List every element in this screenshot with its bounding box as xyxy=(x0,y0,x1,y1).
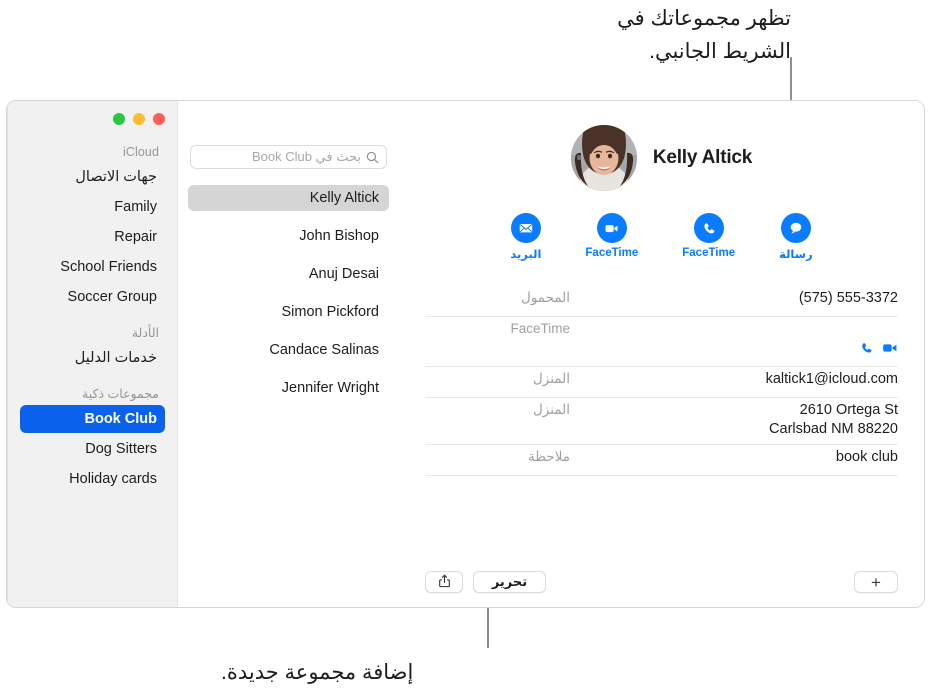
contacts-window: iCloud جهات الاتصال Family Repair School… xyxy=(6,100,925,608)
detail-left-buttons: تحرير xyxy=(425,571,546,593)
callout-bottom-text: إضافة مجموعة جديدة. xyxy=(221,661,414,684)
search-input[interactable]: بحث في Book Club xyxy=(190,145,387,169)
field-label-email: المنزل xyxy=(533,371,570,386)
field-label-mobile: المحمول xyxy=(521,290,570,305)
detail-bottom-toolbar: + تحرير xyxy=(425,571,898,593)
search-icon xyxy=(366,151,379,164)
message-icon xyxy=(780,213,811,243)
sidebar-item-all-contacts[interactable]: جهات الاتصال xyxy=(20,163,165,191)
list-item[interactable]: Simon Pickford xyxy=(188,299,389,325)
edit-button[interactable]: تحرير xyxy=(473,571,546,593)
sidebar-item-repair[interactable]: Repair xyxy=(20,223,165,251)
field-value-note[interactable]: book club xyxy=(570,448,898,467)
video-small-icon[interactable] xyxy=(882,322,898,361)
field-row-email: kaltick1@icloud.com المنزل xyxy=(425,367,898,398)
list-item[interactable]: John Bishop xyxy=(188,223,389,249)
field-value-email[interactable]: kaltick1@icloud.com xyxy=(570,370,898,389)
message-action-label: رسالة xyxy=(779,249,813,261)
facetime-video-action-label: FaceTime xyxy=(585,247,639,259)
contacts-list-panel: بحث في Book Club Kelly Altick John Bisho… xyxy=(177,101,399,607)
message-action-button[interactable]: رسالة xyxy=(779,213,813,261)
list-item[interactable]: Jennifer Wright xyxy=(188,375,389,401)
facetime-video-action-button[interactable]: FaceTime xyxy=(585,213,638,261)
add-group-button[interactable]: + xyxy=(854,571,898,593)
share-button[interactable] xyxy=(425,571,463,593)
sidebar: iCloud جهات الاتصال Family Repair School… xyxy=(7,101,177,607)
field-value-facetime xyxy=(570,320,898,361)
contact-action-buttons: البريد FaceTime FaceTime رسالة xyxy=(425,213,898,261)
minimize-button[interactable] xyxy=(133,113,145,125)
sidebar-section-title-directories: الأدلة xyxy=(131,326,159,340)
field-row-address: 2610 Ortega St Carlsbad NM 88220 المنزل xyxy=(425,398,898,445)
facetime-audio-action-button[interactable]: FaceTime xyxy=(682,213,735,261)
facetime-audio-action-label: FaceTime xyxy=(682,247,736,259)
mail-action-label: البريد xyxy=(510,249,542,261)
callout-top-text: تظهر مجموعاتك في الشريط الجانبي. xyxy=(617,7,791,63)
field-value-address[interactable]: 2610 Ortega St Carlsbad NM 88220 xyxy=(570,401,898,439)
search-placeholder-text: بحث في Book Club xyxy=(251,149,361,164)
field-row-mobile: (575) 555-3372 المحمول xyxy=(425,289,898,317)
window-traffic-lights xyxy=(20,101,165,125)
field-label-address: المنزل xyxy=(533,402,570,417)
list-item[interactable]: Anuj Desai xyxy=(188,261,389,287)
avatar[interactable] xyxy=(570,125,637,191)
sidebar-item-dog-sitters[interactable]: Dog Sitters xyxy=(20,435,165,463)
search-container: بحث في Book Club xyxy=(188,145,389,169)
list-item[interactable]: Kelly Altick xyxy=(188,185,389,211)
mail-action-button[interactable]: البريد xyxy=(510,213,541,261)
plus-icon: + xyxy=(871,572,881,592)
field-label-facetime: FaceTime xyxy=(510,321,570,336)
sidebar-item-holiday-cards[interactable]: Holiday cards xyxy=(20,465,165,493)
phone-small-icon[interactable] xyxy=(859,322,873,361)
sidebar-item-directory-services[interactable]: خدمات الدليل xyxy=(20,344,165,372)
sidebar-item-soccer-group[interactable]: Soccer Group xyxy=(20,283,165,311)
list-item[interactable]: Candace Salinas xyxy=(188,337,389,363)
field-row-facetime: FaceTime xyxy=(425,317,898,367)
zoom-button[interactable] xyxy=(113,113,125,125)
field-value-mobile[interactable]: (575) 555-3372 xyxy=(570,289,898,308)
contact-fields: (575) 555-3372 المحمول FaceTime kaltick1… xyxy=(425,289,898,476)
page-title: Kelly Altick xyxy=(652,147,753,168)
sidebar-item-book-club[interactable]: Book Club xyxy=(20,405,165,433)
phone-icon xyxy=(693,213,724,243)
sidebar-section-title-smart-groups: مجموعات ذكية xyxy=(82,387,159,401)
sidebar-item-family[interactable]: Family xyxy=(20,193,165,221)
facetime-video-icon xyxy=(596,213,627,243)
sidebar-item-school-friends[interactable]: School Friends xyxy=(20,253,165,281)
contact-header: Kelly Altick xyxy=(425,125,898,191)
mail-icon xyxy=(510,213,541,243)
share-icon xyxy=(438,574,451,591)
contact-detail-panel: Kelly Altick البريد FaceTime FaceTime رس… xyxy=(399,101,924,607)
sidebar-section-title-icloud: iCloud xyxy=(122,145,159,159)
field-label-note: ملاحظة xyxy=(528,449,570,464)
close-button[interactable] xyxy=(153,113,165,125)
field-row-note: book club ملاحظة xyxy=(425,445,898,476)
